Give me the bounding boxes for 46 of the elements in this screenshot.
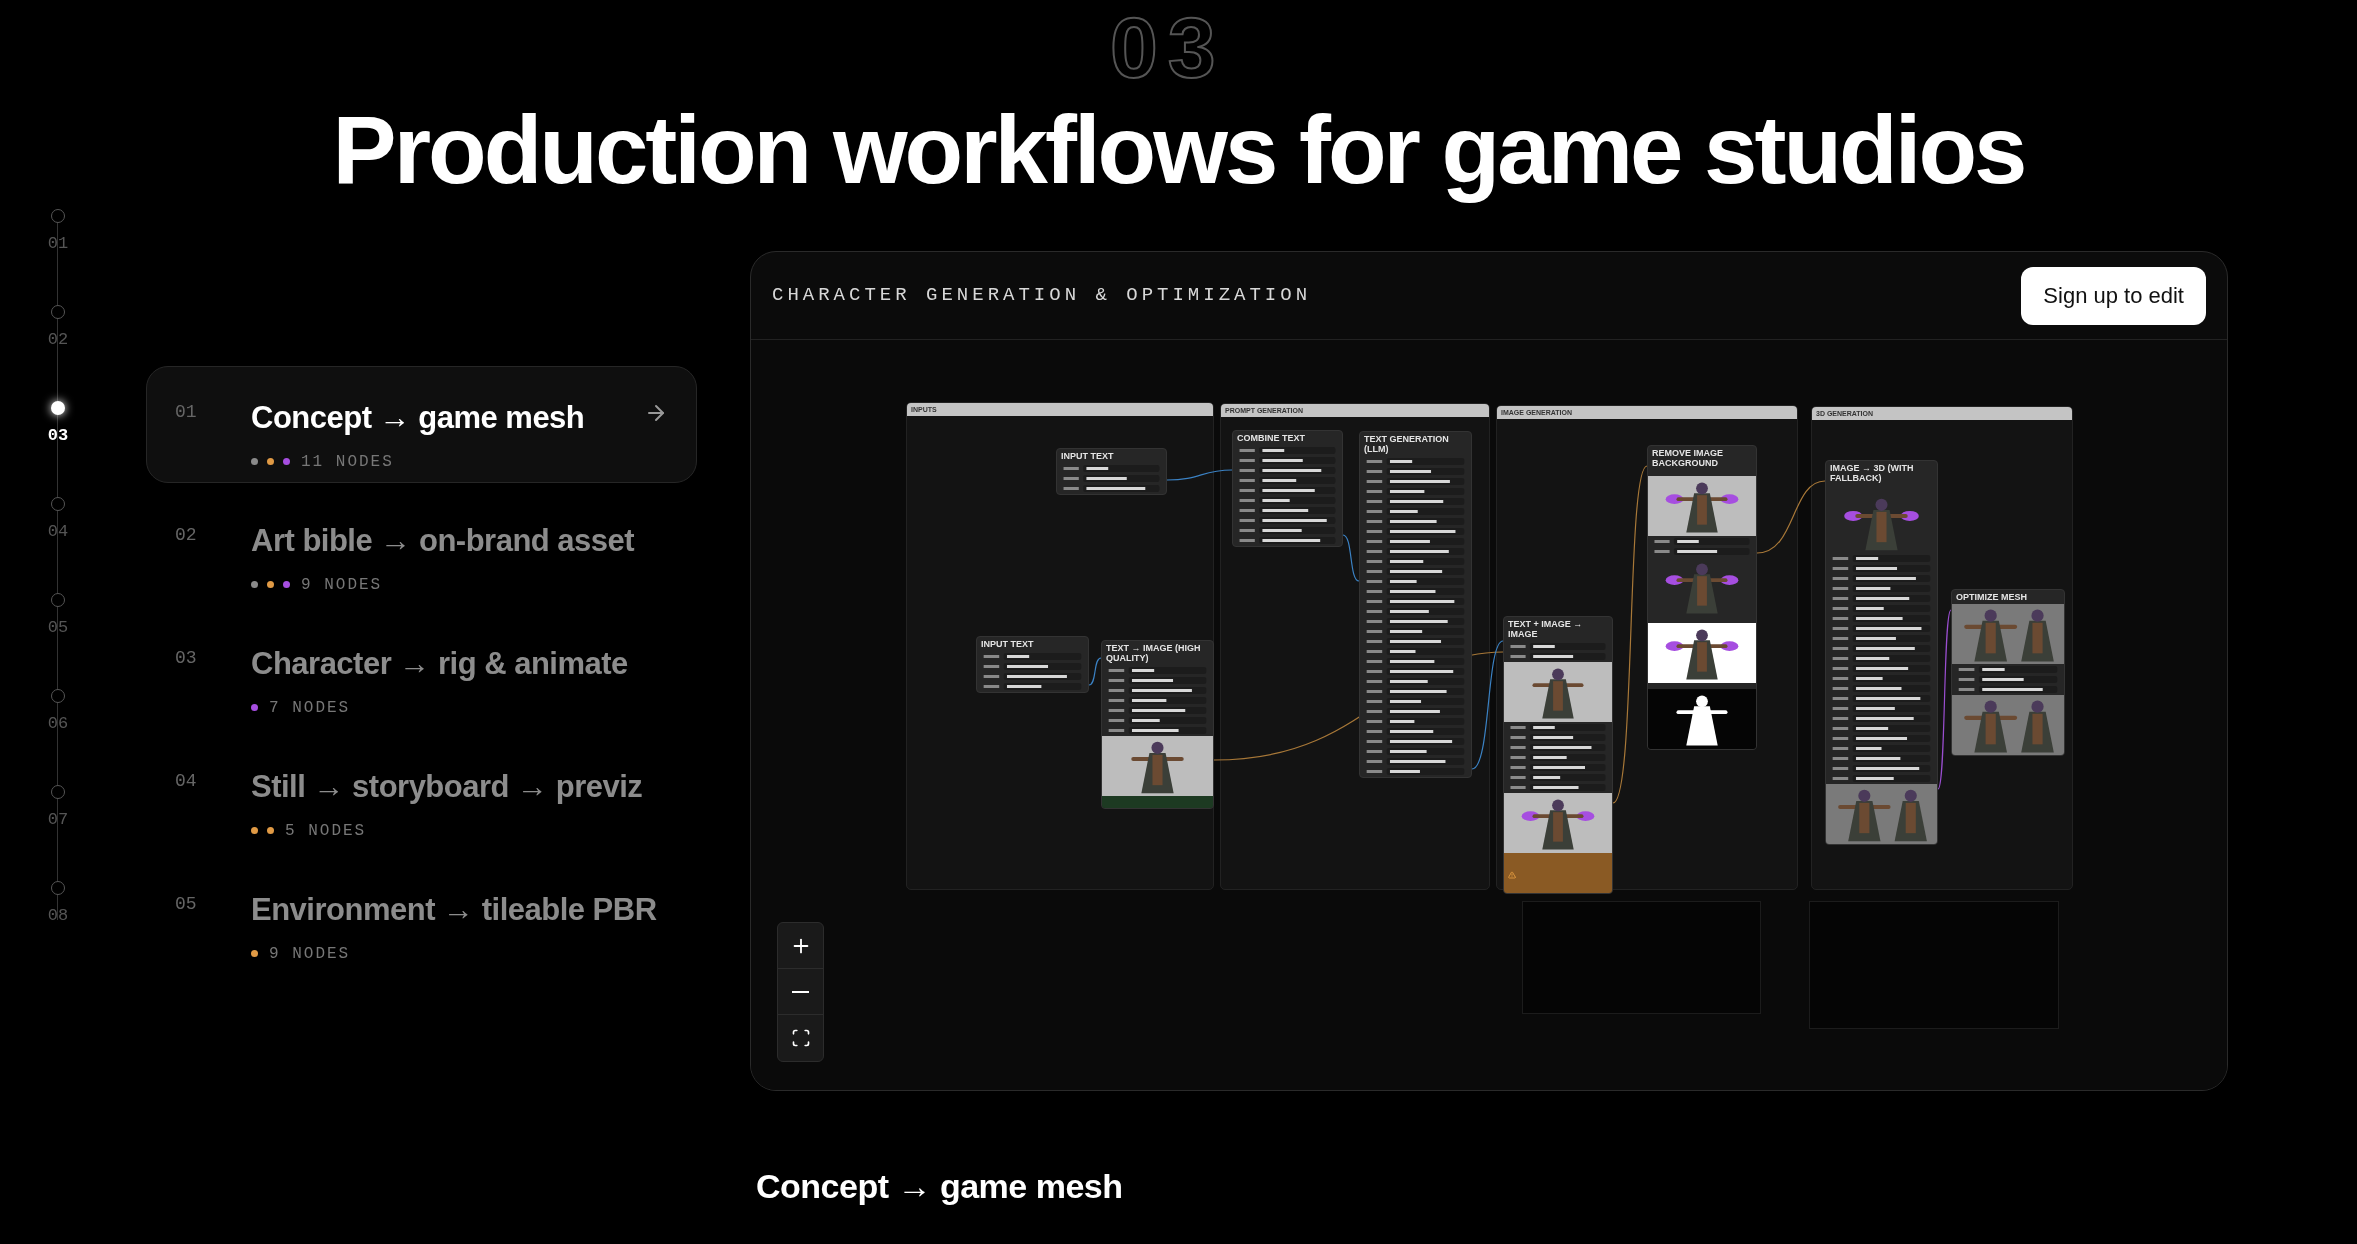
fit-view-icon (790, 1028, 811, 1048)
node-count: 11 NODES (301, 451, 394, 473)
item-number: 03 (175, 647, 198, 670)
workflow-item[interactable]: 02 Art bible → on-brand asset 9 NODES (146, 489, 697, 606)
item-title: Art bible → on-brand asset (251, 522, 636, 560)
item-title: Character → rig & animate (251, 645, 629, 683)
panel-title: CHARACTER GENERATION & OPTIMIZATION (772, 283, 1312, 309)
node-title: TEXT → IMAGE (HIGH QUALITY) (1106, 643, 1202, 663)
workflow-node[interactable]: INPUT TEXT (976, 636, 1089, 693)
node-title: TEXT + IMAGE → IMAGE (1508, 619, 1584, 639)
warning-icon (1508, 871, 1516, 879)
node-title: COMBINE TEXT (1237, 433, 1305, 443)
item-title: Still → storyboard → previz (251, 768, 644, 806)
background-numeral: 03 (1110, 4, 1226, 90)
item-number: 02 (175, 524, 198, 547)
node-count: 5 NODES (285, 820, 367, 842)
workflow-node[interactable]: REMOVE IMAGE BACKGROUND (1647, 445, 1757, 750)
workflow-item[interactable]: 04 Still → storyboard → previz 5 NODES (146, 735, 697, 852)
item-number: 05 (175, 893, 198, 916)
workflow-item[interactable]: 03 Character → rig & animate 7 NODES (146, 612, 697, 729)
item-number: 01 (175, 401, 198, 424)
sign-up-button[interactable]: Sign up to edit (2021, 266, 2206, 325)
node-title: REMOVE IMAGE BACKGROUND (1652, 448, 1724, 468)
item-title: Concept → game mesh (251, 399, 586, 437)
workflow-node[interactable]: TEXT + IMAGE → IMAGE (1503, 616, 1613, 894)
item-title: Environment → tileable PBR (251, 891, 658, 929)
node-title: TEXT GENERATION (LLM) (1364, 434, 1450, 454)
node-title: INPUT TEXT (1061, 451, 1114, 461)
workflow-node[interactable]: TEXT → IMAGE (HIGH QUALITY) (1101, 640, 1214, 809)
node-title: INPUT TEXT (981, 639, 1034, 649)
node-title: OPTIMIZE MESH (1956, 592, 2027, 602)
workflow-node[interactable]: OPTIMIZE MESH (1951, 589, 2065, 756)
caption: Concept → game mesh (756, 1167, 1123, 1205)
workflow-item[interactable]: 01 Concept → game mesh 11 NODES (146, 366, 697, 483)
node-count: 7 NODES (269, 697, 351, 719)
workflow-node[interactable]: COMBINE TEXT (1232, 430, 1343, 547)
item-number: 04 (175, 770, 198, 793)
minus-icon (792, 990, 809, 993)
node-title: IMAGE → 3D (WITH FALLBACK) (1830, 463, 1915, 483)
workflow-node[interactable]: IMAGE → 3D (WITH FALLBACK) (1825, 460, 1938, 845)
node-count: 9 NODES (301, 574, 383, 596)
node-count: 9 NODES (269, 943, 351, 965)
page-heading: Production workflows for game studios (332, 95, 2025, 205)
workflow-node[interactable]: INPUT TEXT (1056, 448, 1167, 495)
workflow-item[interactable]: 05 Environment → tileable PBR 9 NODES (146, 858, 697, 975)
workflow-node[interactable]: TEXT GENERATION (LLM) (1359, 431, 1472, 778)
